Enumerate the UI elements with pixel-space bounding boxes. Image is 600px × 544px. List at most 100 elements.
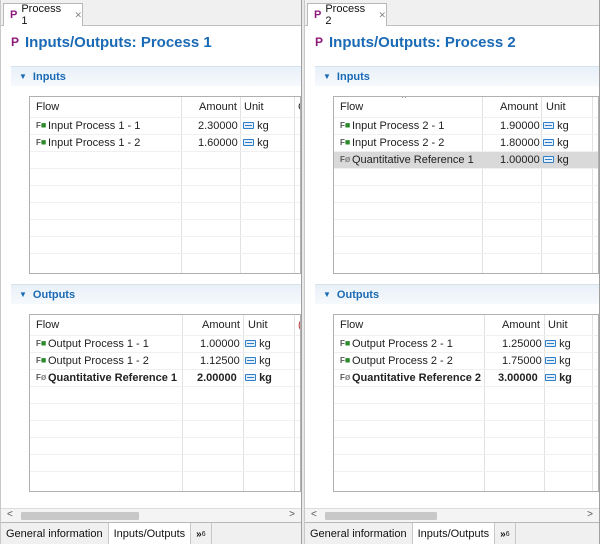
flow-name: Quantitative Reference 1 (48, 372, 177, 384)
scroll-right-icon[interactable]: > (289, 509, 295, 520)
unit-value: kg (257, 120, 269, 132)
section-header-inputs[interactable]: ▼ Inputs (315, 66, 599, 86)
page-title: Inputs/Outputs: Process 1 (25, 33, 212, 51)
table-row[interactable]: F■ Output Process 2 - 1 1.25000 kg (334, 335, 598, 352)
process-icon: P (315, 35, 324, 49)
column-header-flow[interactable]: Flow (340, 319, 363, 331)
product-flow-icon: F■ (340, 355, 351, 365)
page-tabs: General information Inputs/Outputs » 6 (1, 522, 301, 544)
column-header-extra[interactable]: C (298, 101, 300, 113)
amount-value: 2.00000 (197, 372, 237, 384)
tab-general-information[interactable]: General information (305, 523, 413, 544)
table-row[interactable]: F■ Input Process 1 - 1 2.30000 kg (30, 117, 300, 134)
unit-icon (543, 139, 554, 146)
table-row[interactable]: Fø Quantitative Reference 1 2.00000 kg (30, 369, 300, 386)
table-row[interactable]: F■ Output Process 2 - 2 1.75000 kg (334, 352, 598, 369)
flow-name: Input Process 1 - 1 (48, 120, 141, 132)
column-header-extra[interactable]: ( (298, 319, 300, 331)
editor-panel-process-1: P Process 1 ✕ P Inputs/Outputs: Process … (0, 0, 302, 544)
table-row[interactable]: F■ Output Process 1 - 1 1.00000 kg (30, 335, 300, 352)
outputs-table[interactable]: Flow Amount Unit C F■Output Process 2 - … (333, 314, 599, 492)
unit-value: kg (559, 372, 572, 384)
scroll-left-icon[interactable]: < (7, 509, 13, 520)
flow-name: Input Process 1 - 2 (48, 137, 141, 149)
column-header-unit[interactable]: Unit (548, 319, 568, 331)
sort-ascending-icon[interactable]: ^ (402, 97, 406, 103)
scrollbar-thumb[interactable] (325, 512, 437, 520)
close-icon[interactable]: ✕ (378, 10, 386, 21)
more-tabs-button[interactable]: » 6 (191, 523, 212, 544)
product-flow-icon: F■ (340, 120, 351, 130)
scrollbar-thumb[interactable] (21, 512, 139, 520)
scroll-right-icon[interactable]: > (587, 509, 593, 520)
unit-icon (245, 374, 256, 381)
chevron-down-icon[interactable]: ▼ (323, 72, 331, 81)
tab-process-2[interactable]: P Process 2 ✕ (307, 3, 387, 27)
table-row[interactable]: F■ Input Process 2 - 2 1.80000 kg (334, 134, 598, 151)
more-tabs-button[interactable]: » 6 (495, 523, 516, 544)
unit-icon (243, 139, 254, 146)
process-icon: P (11, 35, 20, 49)
flow-name: Quantitative Reference 2 (352, 372, 481, 384)
chevron-down-icon[interactable]: ▼ (19, 290, 27, 299)
unit-value: kg (559, 338, 571, 350)
outputs-table[interactable]: Flow Amount Unit ( F■Output Process 1 - … (29, 314, 301, 492)
amount-value: 1.00000 (500, 154, 540, 166)
editor-tab-bar: P Process 1 ✕ (1, 0, 301, 27)
table-row[interactable]: F■ Output Process 1 - 2 1.12500 kg (30, 352, 300, 369)
unit-value: kg (557, 154, 569, 166)
table-row-selected[interactable]: Fø Quantitative Reference 1 1.00000 kg (334, 151, 598, 168)
column-header-flow[interactable]: Flow (340, 101, 363, 113)
amount-value: 1.12500 (200, 355, 240, 367)
section-header-outputs[interactable]: ▼ Outputs (11, 284, 301, 304)
product-flow-icon: F■ (36, 120, 47, 130)
tab-inputs-outputs[interactable]: Inputs/Outputs (412, 523, 496, 544)
table-header: Flow Amount Unit C (30, 97, 300, 117)
table-row[interactable]: F■ Input Process 1 - 2 1.60000 kg (30, 134, 300, 151)
table-row[interactable]: Fø Quantitative Reference 2 3.00000 kg (334, 369, 598, 386)
product-flow-icon: F■ (36, 338, 47, 348)
amount-value: 1.00000 (200, 338, 240, 350)
unit-value: kg (257, 137, 269, 149)
chevron-down-icon[interactable]: ▼ (19, 72, 27, 81)
product-flow-icon: F■ (36, 137, 47, 147)
tab-general-information[interactable]: General information (1, 523, 109, 544)
section-label: Outputs (32, 288, 76, 301)
table-row[interactable]: F■ Input Process 2 - 1 1.90000 kg (334, 117, 598, 134)
column-header-unit[interactable]: Unit (546, 101, 566, 113)
page-title: Inputs/Outputs: Process 2 (329, 33, 516, 51)
unit-value: kg (259, 372, 272, 384)
amount-value: 1.75000 (502, 355, 542, 367)
tab-inputs-outputs[interactable]: Inputs/Outputs (108, 523, 192, 544)
close-icon[interactable]: ✕ (74, 10, 82, 21)
column-header-flow[interactable]: Flow (36, 101, 59, 113)
section-header-outputs[interactable]: ▼ Outputs (315, 284, 599, 304)
more-tabs-count: 6 (201, 530, 206, 538)
process-icon: P (10, 9, 18, 21)
product-flow-icon: F■ (340, 338, 351, 348)
unit-icon (245, 357, 256, 364)
product-flow-icon: F■ (36, 355, 47, 365)
section-header-inputs[interactable]: ▼ Inputs (11, 66, 301, 86)
inputs-table[interactable]: Flow Amount Unit C F■Input Process 1 - 1… (29, 96, 301, 274)
unit-value: kg (559, 355, 571, 367)
chevron-down-icon[interactable]: ▼ (323, 290, 331, 299)
column-header-unit[interactable]: Unit (244, 101, 264, 113)
horizontal-scrollbar[interactable]: < > (1, 508, 301, 522)
scroll-left-icon[interactable]: < (311, 509, 317, 520)
amount-value: 1.60000 (198, 137, 238, 149)
column-header-flow[interactable]: Flow (36, 319, 59, 331)
tab-process-1[interactable]: P Process 1 ✕ (3, 3, 83, 27)
horizontal-scrollbar[interactable]: < > (305, 508, 599, 522)
column-header-amount[interactable]: Amount (500, 101, 538, 113)
flow-name: Input Process 2 - 1 (352, 120, 445, 132)
column-header-extra[interactable]: Co (598, 101, 599, 113)
column-header-amount[interactable]: Amount (502, 319, 540, 331)
unit-icon (543, 156, 554, 163)
flow-name: Output Process 1 - 1 (48, 338, 149, 350)
column-header-amount[interactable]: Amount (199, 101, 237, 113)
column-header-unit[interactable]: Unit (248, 319, 268, 331)
column-header-extra[interactable]: C (598, 319, 599, 331)
column-header-amount[interactable]: Amount (202, 319, 240, 331)
inputs-table[interactable]: ^ Flow Amount Unit Co F■Input Process 2 … (333, 96, 599, 274)
